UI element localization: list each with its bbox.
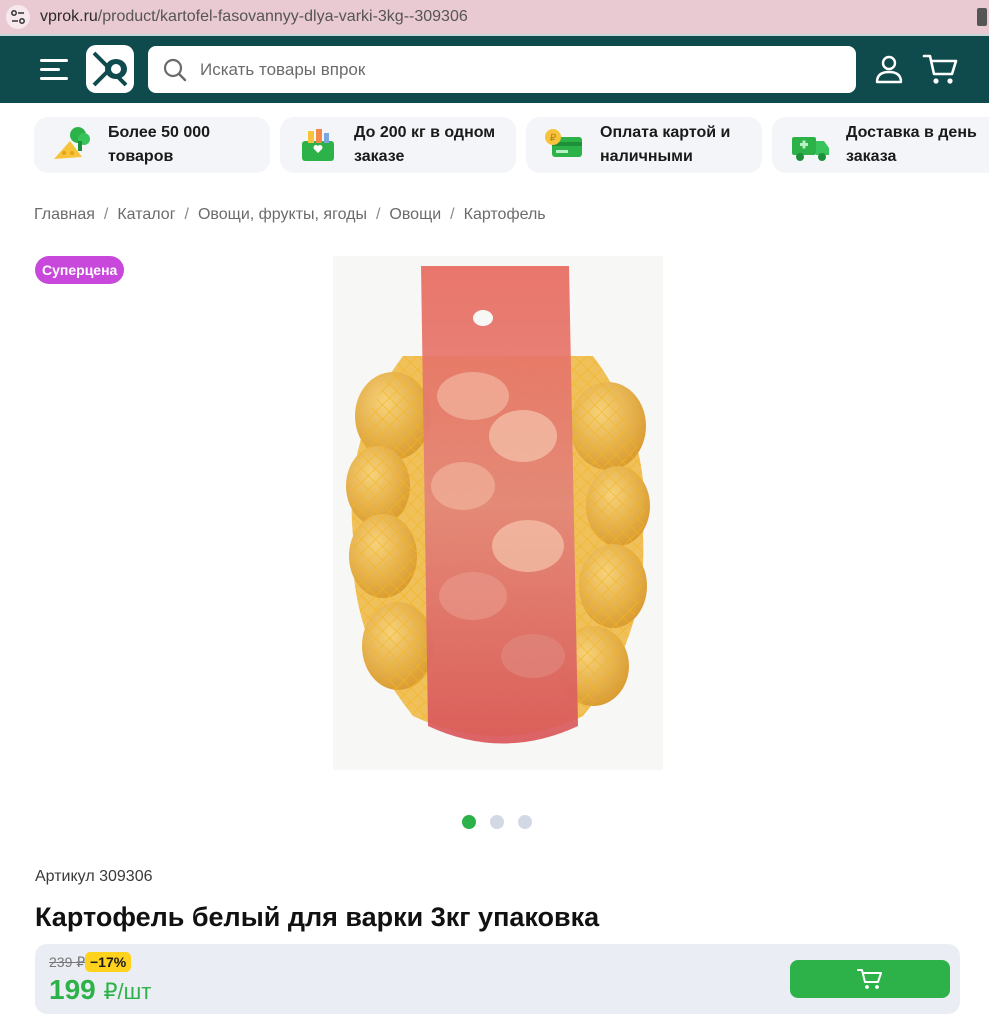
cart-icon[interactable] — [922, 52, 958, 86]
header-divider — [0, 34, 989, 36]
url-path: /product/kartofel-fasovannyy-dlya-varki-… — [97, 8, 468, 25]
feature-label: Оплата картой и наличными — [600, 124, 731, 165]
menu-icon[interactable] — [40, 59, 70, 81]
feature-delivery[interactable]: Доставка в день заказа — [772, 117, 989, 173]
price-value: 199 — [49, 974, 96, 1005]
status-badge: Суперцена — [35, 256, 125, 284]
svg-text:₽: ₽ — [550, 133, 557, 144]
breadcrumb-item[interactable]: Каталог — [117, 206, 175, 224]
feature-label: Более 50 000 товаров — [108, 124, 211, 165]
cart-icon — [857, 969, 882, 989]
delivery-truck-icon — [792, 137, 829, 161]
extension-icon[interactable] — [977, 8, 987, 26]
cheese-broccoli-icon — [54, 127, 90, 159]
site-header — [0, 34, 989, 103]
search-input[interactable] — [200, 59, 800, 80]
browser-address-bar: vprok.ru/product/kartofel-fasovannyy-dly… — [0, 0, 989, 34]
search-icon[interactable] — [162, 57, 188, 83]
feature-payment[interactable]: ₽ Оплата картой и наличными — [526, 117, 762, 173]
search-bar — [148, 46, 856, 93]
features-strip: Более 50 000 товаров До 200 кг в одном з… — [34, 117, 989, 173]
product-image[interactable] — [333, 256, 663, 770]
price-unit: ₽/шт — [103, 979, 152, 1004]
user-icon[interactable] — [874, 54, 904, 84]
add-to-cart-button[interactable] — [790, 960, 950, 998]
old-price: 239 ₽ — [49, 954, 86, 970]
site-settings-icon[interactable] — [6, 5, 30, 29]
card-coin-icon: ₽ — [545, 129, 582, 157]
product-article: Артикул 309306 — [35, 868, 153, 885]
feature-label: До 200 кг в одном заказе — [354, 124, 496, 165]
gallery-dot[interactable] — [462, 815, 476, 829]
grocery-box-icon — [302, 129, 334, 161]
feature-weight[interactable]: До 200 кг в одном заказе — [280, 117, 516, 173]
discount-badge: −17% — [85, 952, 132, 972]
url-domain: vprok.ru — [40, 8, 98, 25]
breadcrumb-item[interactable]: Картофель — [464, 206, 546, 224]
price-bar: 239 ₽ −17% 199 ₽/шт — [35, 944, 960, 1014]
gallery-dot[interactable] — [490, 815, 504, 829]
current-price: 199 ₽/шт — [49, 974, 151, 1006]
gallery-dot[interactable] — [518, 815, 532, 829]
product-title: Картофель белый для варки 3кг упаковка — [35, 902, 600, 932]
breadcrumb-item[interactable]: Овощи — [389, 206, 441, 224]
feature-assortment[interactable]: Более 50 000 товаров — [34, 117, 270, 173]
url-text[interactable]: vprok.ru/product/kartofel-fasovannyy-dly… — [40, 8, 468, 26]
breadcrumb-item[interactable]: Главная — [34, 206, 95, 224]
breadcrumb-item[interactable]: Овощи, фрукты, ягоды — [198, 206, 367, 224]
logo[interactable] — [86, 45, 134, 93]
breadcrumb: Главная / Каталог / Овощи, фрукты, ягоды / … — [34, 206, 546, 224]
gallery-dots — [462, 815, 546, 829]
feature-label: Доставка в день заказа — [846, 124, 977, 165]
